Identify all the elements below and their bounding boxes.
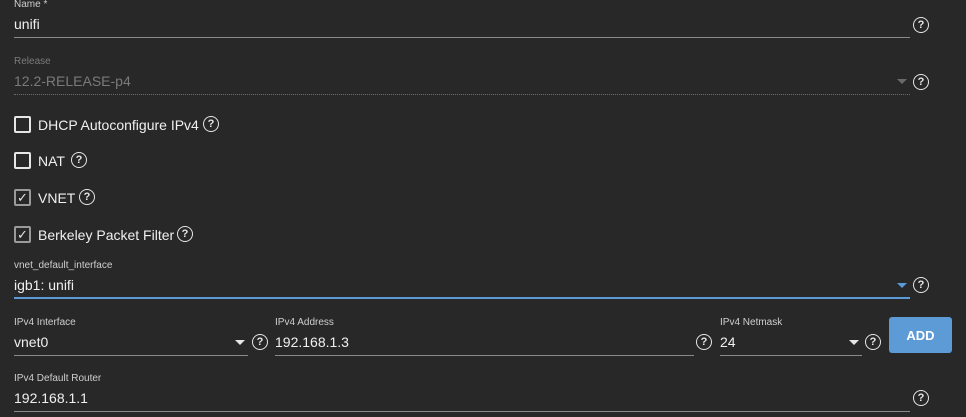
release-help-icon[interactable]: ? [913, 74, 929, 90]
release-dropdown-caret-icon[interactable] [897, 79, 907, 84]
ipv4-address-help-icon[interactable]: ? [696, 334, 712, 350]
ipv4-interface-underline [14, 355, 248, 356]
ipv4-netmask-help-icon[interactable]: ? [865, 334, 881, 350]
ipv4-address-input[interactable]: 192.168.1.3 [275, 334, 349, 350]
nat-label: NAT [38, 153, 65, 169]
ipv4-netmask-caret-icon[interactable] [849, 340, 859, 345]
bpf-check-icon: ✓ [17, 227, 28, 242]
ipv4-interface-help-icon[interactable]: ? [252, 334, 268, 350]
release-label: Release [14, 56, 51, 67]
vnet-default-interface-underline [14, 297, 910, 299]
name-label: Name * [14, 0, 48, 10]
vnet-checkbox[interactable]: ✓ [14, 189, 31, 206]
ipv4-interface-select[interactable]: vnet0 [14, 334, 48, 350]
ipv4-address-label: IPv4 Address [275, 317, 334, 328]
vnet-check-icon: ✓ [17, 190, 28, 205]
vnet-default-interface-help-icon[interactable]: ? [913, 277, 929, 293]
ipv4-default-router-help-icon[interactable]: ? [913, 390, 929, 406]
ipv4-default-router-underline [14, 411, 910, 412]
ipv4-default-router-label: IPv4 Default Router [14, 373, 102, 384]
dhcp-help-icon[interactable]: ? [203, 116, 219, 132]
name-help-icon[interactable]: ? [913, 17, 929, 33]
release-underline [14, 94, 910, 95]
add-button[interactable]: ADD [889, 317, 952, 353]
vnet-default-interface-select[interactable]: igb1: unifi [14, 277, 74, 293]
name-underline [14, 37, 910, 38]
ipv4-netmask-select[interactable]: 24 [720, 334, 736, 350]
ipv4-netmask-label: IPv4 Netmask [720, 317, 783, 328]
release-select[interactable]: 12.2-RELEASE-p4 [14, 73, 131, 89]
name-input[interactable]: unifi [14, 16, 40, 32]
bpf-checkbox[interactable]: ✓ [14, 226, 31, 243]
vnet-help-icon[interactable]: ? [79, 189, 95, 205]
dhcp-autoconfigure-checkbox[interactable] [14, 116, 31, 133]
ipv4-interface-label: IPv4 Interface [14, 317, 76, 328]
nat-checkbox[interactable] [14, 152, 31, 169]
ipv4-interface-caret-icon[interactable] [235, 340, 245, 345]
ipv4-netmask-underline [720, 355, 862, 356]
vnet-default-interface-label: vnet_default_interface [14, 260, 113, 271]
vnet-label: VNET [38, 190, 76, 206]
bpf-label: Berkeley Packet Filter [38, 227, 175, 243]
vnet-default-interface-caret-icon[interactable] [897, 283, 907, 288]
bpf-help-icon[interactable]: ? [177, 226, 193, 242]
ipv4-default-router-input[interactable]: 192.168.1.1 [14, 390, 88, 406]
dhcp-autoconfigure-label: DHCP Autoconfigure IPv4 [38, 117, 199, 133]
nat-help-icon[interactable]: ? [71, 152, 87, 168]
ipv4-address-underline [275, 355, 694, 356]
